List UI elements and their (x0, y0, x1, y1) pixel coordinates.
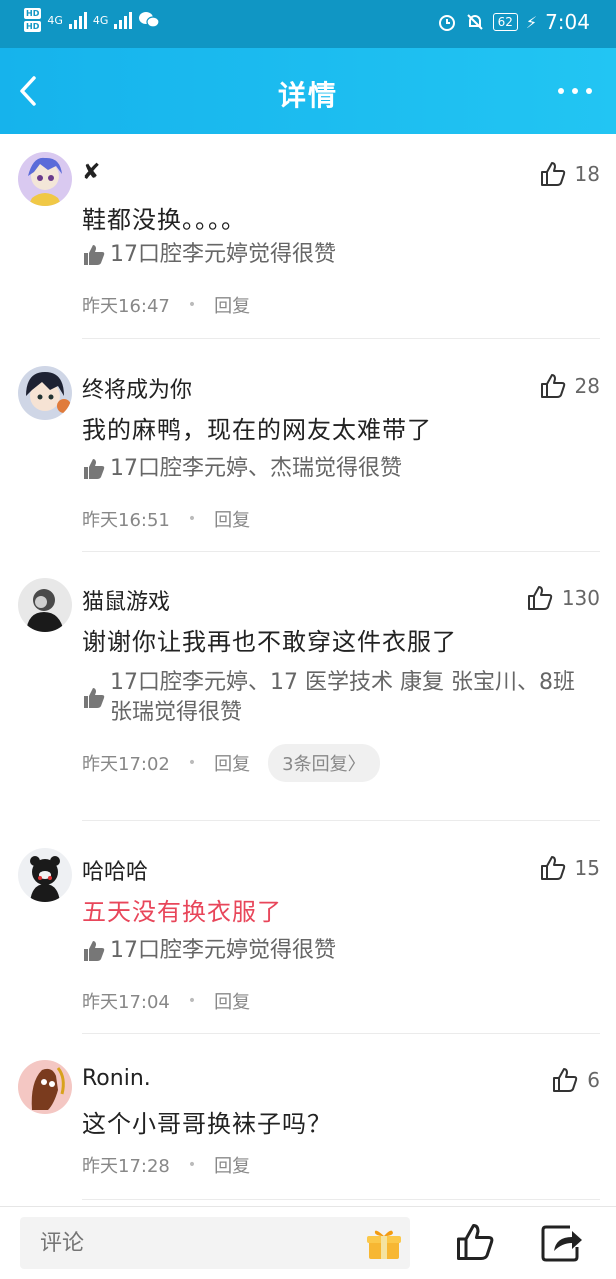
clock: 7:04 (545, 10, 590, 34)
title-bar: 详情 (0, 48, 616, 134)
liked-by: 17口腔李元婷觉得很赞 (82, 240, 582, 270)
view-replies-button[interactable]: 3条回复〉 (268, 744, 380, 782)
signal-icon-2 (114, 11, 133, 29)
like-button[interactable]: 130 (526, 584, 600, 612)
reply-button[interactable]: 回复 (214, 988, 250, 1014)
comment-meta: 昨天17:04 • 回复 (82, 988, 250, 1014)
like-count: 18 (574, 162, 600, 186)
battery-level: 62 (492, 13, 518, 31)
comment-text: 我的麻鸭，现在的网友太难带了 (82, 416, 432, 444)
comment-input[interactable] (20, 1217, 410, 1269)
chevron-right-icon: 〉 (347, 754, 366, 775)
comment-text: 鞋都没换。。。。 (82, 206, 246, 234)
like-button[interactable]: 15 (539, 854, 600, 882)
divider (82, 1033, 600, 1034)
avatar[interactable] (18, 152, 72, 206)
liked-by-text: 17口腔李元婷、杰瑞觉得很赞 (110, 456, 402, 481)
status-bar: HD HD 4G 4G 62 ⚡ 7:04 (0, 0, 616, 48)
like-count: 130 (561, 586, 600, 610)
comment-text: 五天没有换衣服了 (82, 898, 282, 926)
status-left: HD HD 4G 4G (24, 8, 161, 32)
share-icon[interactable] (540, 1223, 584, 1263)
separator-dot: • (187, 297, 197, 313)
reply-button[interactable]: 回复 (214, 1152, 250, 1178)
gift-icon[interactable] (366, 1227, 402, 1261)
comment-text: 这个小哥哥换袜子吗？ (82, 1110, 332, 1138)
avatar[interactable] (18, 1060, 72, 1114)
divider (82, 551, 600, 552)
avatar[interactable] (18, 366, 72, 420)
thumb-up-filled-icon (84, 245, 105, 265)
username[interactable]: 哈哈哈 (82, 854, 148, 886)
liked-by-text: 17口腔李元婷觉得很赞 (110, 242, 336, 267)
timestamp: 昨天17:28 (82, 1156, 170, 1177)
like-button[interactable]: 28 (539, 372, 600, 400)
thumb-up-icon (527, 586, 553, 610)
like-count: 15 (574, 856, 600, 880)
charging-icon: ⚡ (525, 12, 538, 32)
separator-dot: • (187, 1157, 197, 1173)
hd-icon: HD HD (24, 8, 42, 32)
separator-dot: • (187, 511, 197, 527)
username[interactable]: 猫鼠游戏 (82, 584, 170, 616)
replies-count: 3条回复 (282, 754, 348, 775)
thumb-up-filled-icon (84, 941, 105, 961)
timestamp: 昨天16:51 (82, 510, 170, 531)
thumb-up-icon (553, 1068, 578, 1092)
comment-meta: 昨天16:47 • 回复 (82, 292, 250, 318)
like-count: 28 (574, 374, 600, 398)
signal-icon (68, 11, 87, 29)
thumb-up-filled-icon (84, 688, 105, 708)
wechat-icon (139, 12, 161, 28)
liked-by: 17口腔李元婷、杰瑞觉得很赞 (82, 454, 582, 484)
liked-by: 17口腔李元婷、17 医学技术 康复 张宝川、8班张瑞觉得很赞 (82, 668, 582, 728)
network-type-2: 4G (92, 13, 109, 27)
divider (82, 820, 600, 821)
like-count: 6 (587, 1068, 600, 1092)
like-button[interactable]: 18 (539, 160, 600, 188)
thumb-up-icon (540, 856, 565, 880)
bottom-bar (0, 1206, 616, 1279)
alarm-icon (438, 15, 455, 31)
liked-by-text: 17口腔李元婷觉得很赞 (110, 938, 336, 963)
mute-icon (466, 14, 483, 30)
username[interactable]: ✘ (82, 160, 100, 185)
username[interactable]: Ronin. (82, 1066, 151, 1091)
thumb-up-filled-icon (84, 459, 105, 479)
reply-button[interactable]: 回复 (214, 292, 250, 318)
liked-by-text: 17口腔李元婷、17 医学技术 康复 张宝川、8班张瑞觉得很赞 (110, 670, 575, 725)
avatar[interactable] (18, 578, 72, 632)
reply-button[interactable]: 回复 (214, 750, 250, 776)
thumb-up-icon (540, 374, 565, 398)
thumb-up-icon (540, 162, 565, 186)
username[interactable]: 终将成为你 (82, 372, 192, 404)
like-button[interactable]: 6 (551, 1066, 600, 1094)
reply-button[interactable]: 回复 (214, 506, 250, 532)
thumb-up-icon[interactable] (454, 1221, 496, 1263)
timestamp: 昨天17:04 (82, 992, 170, 1013)
status-right: 62 ⚡ 7:04 (437, 10, 590, 34)
divider (82, 338, 600, 339)
timestamp: 昨天16:47 (82, 296, 170, 317)
network-type: 4G (47, 13, 63, 27)
page-title: 详情 (277, 79, 338, 112)
divider (82, 1199, 600, 1200)
timestamp: 昨天17:02 (82, 754, 170, 775)
comment-meta: 昨天17:28 • 回复 (82, 1152, 250, 1178)
comment-meta: 昨天17:02 • 回复 3条回复〉 (82, 744, 380, 782)
liked-by: 17口腔李元婷觉得很赞 (82, 936, 582, 966)
avatar[interactable] (18, 848, 72, 902)
separator-dot: • (187, 993, 197, 1009)
comment-meta: 昨天16:51 • 回复 (82, 506, 250, 532)
separator-dot: • (187, 755, 197, 771)
comment-text: 谢谢你让我再也不敢穿这件衣服了 (82, 628, 457, 656)
more-icon[interactable] (558, 88, 592, 94)
